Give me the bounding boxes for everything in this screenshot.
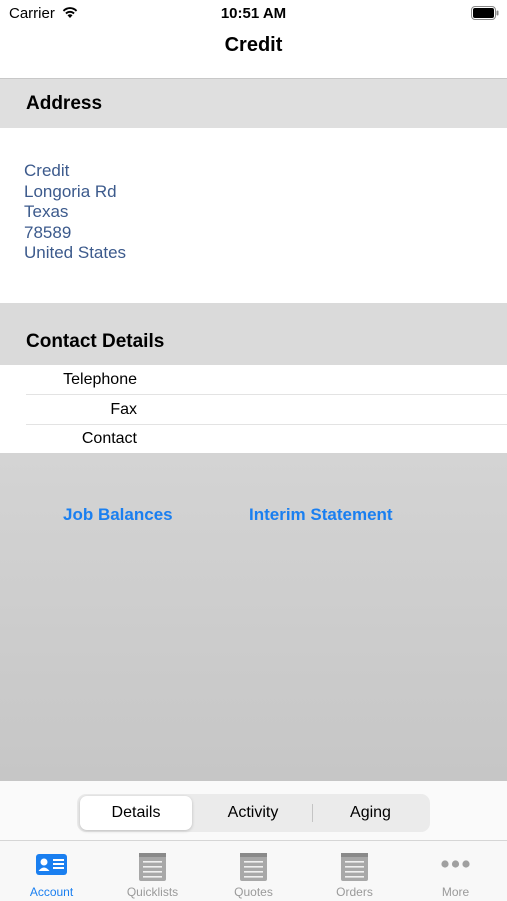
address-line: 78589	[24, 222, 72, 242]
page-title: Credit	[224, 34, 283, 56]
segment-activity[interactable]: Activity	[194, 796, 312, 830]
tab-quotes[interactable]: Quotes	[203, 841, 304, 901]
fax-label: Fax	[110, 401, 137, 418]
job-balances-button[interactable]: Job Balances	[63, 505, 173, 525]
address-line: Texas	[24, 202, 69, 221]
actions-panel	[0, 453, 507, 781]
segment-aging[interactable]: Aging	[313, 796, 428, 830]
tab-label: Quicklists	[126, 885, 179, 899]
battery-icon	[471, 6, 499, 20]
tab-orders[interactable]: Orders	[304, 841, 405, 901]
contact-row-fax[interactable]: Fax	[26, 395, 507, 425]
segmented-control: Details Activity Aging	[77, 794, 430, 832]
segment-details[interactable]: Details	[80, 796, 192, 830]
tab-more[interactable]: More	[405, 841, 506, 901]
address-section-header: Address	[0, 79, 507, 128]
notepad-icon	[341, 853, 368, 881]
address-line: Longoria Rd	[24, 181, 117, 201]
more-icon	[441, 860, 470, 868]
tab-account[interactable]: Account	[1, 841, 102, 901]
address-line: Credit	[24, 161, 70, 180]
contact-row-contact[interactable]: Contact	[26, 424, 507, 453]
contact-row-telephone[interactable]: Telephone	[26, 365, 507, 395]
address-block: Credit Longoria Rd Texas 78589 United St…	[24, 161, 126, 264]
account-icon	[36, 854, 67, 875]
tab-quicklists[interactable]: Quicklists	[102, 841, 203, 901]
status-bar: Carrier 10:51 AM	[0, 0, 507, 28]
clock: 10:51 AM	[220, 5, 287, 22]
tab-label: More	[441, 885, 470, 899]
contact-label: Contact	[81, 430, 137, 447]
tab-label: Orders	[336, 885, 373, 899]
telephone-label: Telephone	[63, 371, 137, 388]
tab-label: Account	[29, 885, 74, 899]
notepad-icon	[139, 853, 166, 881]
address-header-label: Address	[26, 93, 103, 114]
contact-header-label: Contact Details	[26, 331, 165, 352]
address-line: United States	[24, 243, 127, 262]
tab-label: Quotes	[234, 885, 273, 899]
interim-statement-button[interactable]: Interim Statement	[249, 505, 393, 525]
tab-bar: Account Quicklists Quotes Orders More	[0, 840, 507, 901]
notepad-icon	[240, 853, 267, 881]
contact-section-header: Contact Details	[0, 303, 507, 365]
